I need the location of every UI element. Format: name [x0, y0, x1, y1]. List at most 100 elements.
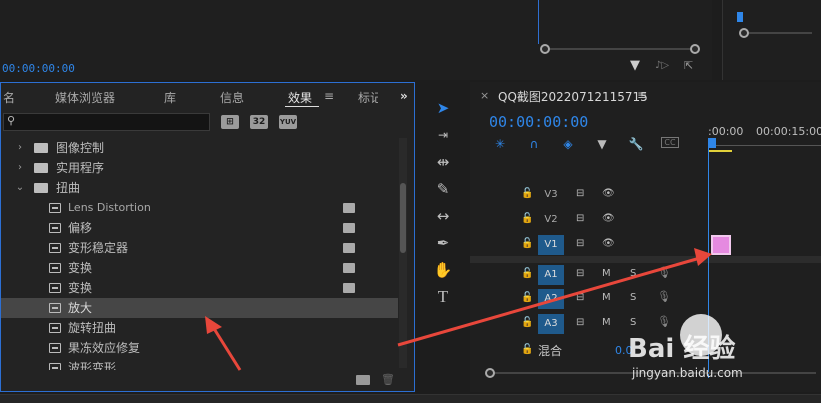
mute-button[interactable]: M — [602, 268, 611, 279]
mini-playhead[interactable] — [737, 12, 743, 22]
selection-tool-icon[interactable]: ➤ — [428, 96, 458, 120]
mute-button[interactable]: M — [602, 317, 611, 328]
track-name[interactable]: A1 — [538, 265, 564, 285]
tree-effect-twirl[interactable]: 旋转扭曲 — [1, 318, 398, 338]
export-icon[interactable]: ⇱ — [684, 59, 693, 72]
tree-effect-rolling-shutter-repair[interactable]: 果冻效应修复 — [1, 338, 398, 358]
sequence-title[interactable]: QQ截图20220712115715 — [498, 88, 648, 105]
solo-button[interactable]: S — [630, 292, 636, 303]
monitor-playhead — [538, 0, 539, 44]
chevron-down-icon[interactable]: ⌄ — [15, 178, 25, 198]
trash-icon[interactable]: 🗑 — [381, 373, 395, 386]
eye-icon[interactable]: 👁 — [602, 213, 615, 224]
chevron-right-icon[interactable]: › — [15, 138, 25, 158]
lock-icon[interactable]: 🔓 — [521, 292, 533, 303]
effects-scrollbar[interactable] — [399, 138, 407, 368]
tab-markers[interactable]: 标记 — [358, 89, 378, 106]
video-clip[interactable] — [711, 235, 731, 255]
tab-effects-menu-icon[interactable]: ≡ — [324, 89, 334, 103]
settings-wrench-icon[interactable]: 🔧 — [627, 137, 645, 151]
track-name[interactable]: A3 — [538, 314, 564, 334]
tab-effects[interactable]: 效果 — [288, 89, 312, 106]
tree-effect-warp-stabilizer[interactable]: 变形稳定器 — [1, 238, 398, 258]
tab-project[interactable]: 名 — [3, 89, 15, 106]
track-divider[interactable] — [470, 256, 821, 263]
sync-lock-icon[interactable]: ⊟ — [576, 292, 584, 303]
effects-bottom-bar: 🗑 — [1, 373, 414, 391]
eye-icon[interactable]: 👁 — [602, 238, 615, 249]
solo-button[interactable]: S — [630, 268, 636, 279]
master-track-label: 混合 — [538, 344, 563, 358]
effects-tree: › 图像控制 › 实用程序 ⌄ 扭曲 Lens Distortion 偏移 变形… — [1, 138, 398, 370]
sync-lock-icon[interactable]: ⊟ — [576, 317, 584, 328]
track-name[interactable]: V2 — [538, 210, 564, 230]
tree-effect-offset[interactable]: 偏移 — [1, 218, 398, 238]
mute-button[interactable]: M — [602, 292, 611, 303]
tab-info[interactable]: 信息 — [220, 89, 244, 106]
monitor-zoom-scrollbar[interactable] — [540, 44, 700, 54]
tree-effect-lens-distortion[interactable]: Lens Distortion — [1, 198, 398, 218]
track-v2: 🔓 V2 ⊟ 👁 — [470, 209, 821, 231]
add-marker-icon[interactable]: ▼ — [593, 137, 611, 151]
tab-libraries[interactable]: 库 — [164, 89, 176, 106]
tab-overflow-icon[interactable]: » — [400, 89, 408, 103]
solo-button[interactable]: S — [630, 317, 636, 328]
tree-folder-utility[interactable]: › 实用程序 — [1, 158, 398, 178]
lock-icon[interactable]: 🔓 — [521, 268, 533, 279]
chevron-right-icon[interactable]: › — [15, 158, 25, 178]
snap-icon[interactable]: ∩ — [525, 137, 543, 151]
slip-tool-icon[interactable]: ↔ — [428, 204, 458, 228]
captions-icon[interactable]: CC — [661, 137, 679, 148]
filter-icon[interactable]: ▼ — [630, 58, 640, 73]
tree-label: 扭曲 — [56, 181, 81, 195]
sequence-timecode[interactable]: 00:00:00:00 — [489, 113, 588, 131]
32bit-effects-filter-icon[interactable]: 32 — [250, 115, 268, 129]
effect-icon — [49, 323, 61, 333]
mini-scrollbar[interactable] — [739, 28, 817, 38]
sync-lock-icon[interactable]: ⊟ — [576, 213, 584, 224]
tree-effect-wave-warp[interactable]: 波形变形 — [1, 358, 398, 370]
type-tool-icon[interactable]: T — [428, 285, 458, 309]
track-name[interactable]: V1 — [538, 235, 564, 255]
insert-icon[interactable]: ♪▷ — [655, 60, 669, 71]
tree-folder-distort[interactable]: ⌄ 扭曲 — [1, 178, 398, 198]
effects-panel: 名 媒体浏览器 库 信息 效果 ≡ 标记 » ⚲ ⊞ 32 YUV › 图像控制… — [0, 82, 415, 392]
eye-icon[interactable]: 👁 — [602, 188, 615, 199]
lock-icon[interactable]: 🔓 — [521, 238, 533, 249]
microphone-icon[interactable]: 🎙 — [657, 266, 671, 279]
playhead-handle[interactable] — [708, 138, 716, 148]
time-ruler[interactable] — [708, 140, 821, 146]
lock-icon[interactable]: 🔓 — [521, 344, 533, 355]
new-bin-icon[interactable] — [356, 375, 370, 385]
tree-effect-magnify[interactable]: 放大 — [1, 298, 398, 318]
tab-media-browser[interactable]: 媒体浏览器 — [55, 89, 115, 106]
pen-tool-icon[interactable]: ✒ — [428, 231, 458, 255]
accelerated-effects-filter-icon[interactable]: ⊞ — [221, 115, 239, 129]
close-sequence-icon[interactable]: × — [480, 89, 489, 102]
sync-lock-icon[interactable]: ⊟ — [576, 238, 584, 249]
track-select-tool-icon[interactable]: ⇥ — [428, 123, 458, 147]
linked-selection-icon[interactable]: ◈ — [559, 137, 577, 151]
lock-icon[interactable]: 🔓 — [521, 317, 533, 328]
microphone-icon[interactable]: 🎙 — [657, 315, 671, 328]
sequence-menu-icon[interactable]: ≡ — [637, 88, 647, 102]
track-name[interactable]: V3 — [538, 185, 564, 205]
microphone-icon[interactable]: 🎙 — [657, 290, 671, 303]
nest-icon[interactable]: ✳ — [491, 137, 509, 151]
razor-tool-icon[interactable]: ✎ — [428, 177, 458, 201]
yuv-effects-filter-icon[interactable]: YUV — [279, 115, 297, 129]
ripple-edit-tool-icon[interactable]: ⇹ — [428, 150, 458, 174]
work-area-bar[interactable] — [708, 150, 732, 152]
track-name[interactable]: A2 — [538, 289, 564, 309]
sync-lock-icon[interactable]: ⊟ — [576, 268, 584, 279]
tree-effect-transform-2[interactable]: 变换 — [1, 278, 398, 298]
tree-effect-transform[interactable]: 变换 — [1, 258, 398, 278]
effects-search-input[interactable]: ⚲ — [3, 113, 210, 131]
lock-icon[interactable]: 🔓 — [521, 188, 533, 199]
lock-icon[interactable]: 🔓 — [521, 213, 533, 224]
tree-folder-image-control[interactable]: › 图像控制 — [1, 138, 398, 158]
hand-tool-icon[interactable]: ✋ — [428, 258, 458, 282]
sync-lock-icon[interactable]: ⊟ — [576, 188, 584, 199]
source-timecode[interactable]: 00:00:00:00 — [2, 62, 75, 75]
track-a2: 🔓 A2 ⊟ M S 🎙 — [470, 288, 821, 310]
